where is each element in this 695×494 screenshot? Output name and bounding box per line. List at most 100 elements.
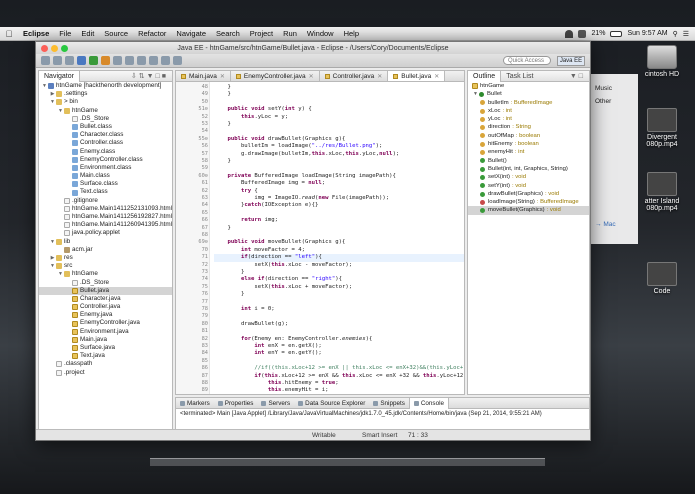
code-line[interactable]: }catch(IOException e){} xyxy=(214,202,464,209)
code-line[interactable]: public void drawBullet(Graphics g){ xyxy=(214,136,464,143)
code-line[interactable]: for(Enemy en: EnemyController.enemies){ xyxy=(214,336,464,343)
forward-icon[interactable] xyxy=(173,56,182,65)
twistie-icon[interactable]: ▼ xyxy=(49,262,56,270)
tree-item[interactable]: Surface.class xyxy=(39,180,172,188)
tree-item[interactable]: Enemy.java xyxy=(39,311,172,319)
twistie-icon[interactable]: ▼ xyxy=(41,82,48,90)
code-line[interactable]: } xyxy=(214,91,464,98)
desktop-icon-hd[interactable]: cintosh HD xyxy=(633,45,691,78)
tab-servers[interactable]: Servers xyxy=(257,398,294,409)
menu-file[interactable]: File xyxy=(54,29,76,38)
code-area[interactable]: 48 49 50 51⊖ 52 53 54 55⊖ 56 57 58 59 60⊖ 61 62 63 64 65 6… xyxy=(176,82,464,394)
tree-item[interactable]: .project xyxy=(39,369,172,377)
menubar-clock[interactable]: Sun 9:57 AM xyxy=(627,30,667,37)
twistie-icon[interactable]: ▶ xyxy=(49,90,56,98)
tree-item[interactable]: Bullet.java xyxy=(39,286,172,295)
menu-eclipse[interactable]: Eclipse xyxy=(18,29,54,38)
spotlight-icon[interactable]: ⚲ xyxy=(673,30,678,38)
tree-item[interactable]: EnemyController.java xyxy=(39,319,172,327)
tree-item[interactable]: EnemyController.class xyxy=(39,156,172,164)
twistie-icon[interactable]: ▼ xyxy=(57,107,64,115)
tab-data-source-explorer[interactable]: Data Source Explorer xyxy=(294,398,369,409)
outline-item[interactable]: bulletIm: BufferedImage xyxy=(468,99,589,107)
desktop-icon-divergent[interactable]: Divergent 080p.mp4 xyxy=(633,108,691,148)
menu-search[interactable]: Search xyxy=(211,29,245,38)
debug-icon[interactable] xyxy=(77,56,86,65)
outline-item[interactable]: hitEnemy: boolean xyxy=(468,140,589,148)
code-line[interactable]: BufferedImage img = null; xyxy=(214,180,464,187)
tree-item[interactable]: htnGame.Main1411256192827.html xyxy=(39,213,172,221)
close-tab-icon[interactable]: ✕ xyxy=(309,73,314,80)
menu-window[interactable]: Window xyxy=(302,29,339,38)
code-line[interactable]: } xyxy=(214,225,464,232)
view-controls[interactable]: ▼□ xyxy=(570,73,589,80)
tree-item[interactable]: Enemy.class xyxy=(39,148,172,156)
code-line[interactable] xyxy=(214,165,464,172)
tree-item[interactable]: Surface.java xyxy=(39,344,172,352)
twistie-icon[interactable]: ▼ xyxy=(49,238,56,246)
finder-item-other[interactable]: Other xyxy=(591,95,638,108)
close-tab-icon[interactable]: ✕ xyxy=(377,73,382,80)
tree-item[interactable]: .DS_Store xyxy=(39,279,172,287)
tree-item[interactable]: Controller.java xyxy=(39,303,172,311)
tree-item[interactable]: ▼ htnGame xyxy=(39,107,172,115)
outline-item[interactable]: ▼ Bullet xyxy=(468,90,589,98)
tree-item[interactable]: .DS_Store xyxy=(39,115,172,123)
menu-navigate[interactable]: Navigate xyxy=(171,29,211,38)
new-class-icon[interactable] xyxy=(113,56,122,65)
tree-item[interactable]: Character.class xyxy=(39,131,172,139)
outline-item[interactable]: enemyHit: int xyxy=(468,148,589,156)
minimize-window-button[interactable] xyxy=(51,44,58,52)
code-line[interactable]: } xyxy=(214,291,464,298)
tree-item[interactable]: Text.java xyxy=(39,352,172,360)
tree-item[interactable]: Text.class xyxy=(39,188,172,196)
editor-tab[interactable]: EnemyController.java ✕ xyxy=(231,71,320,81)
code-line[interactable]: int enX = en.getX(); xyxy=(214,343,464,350)
code-line[interactable] xyxy=(214,99,464,106)
code-line[interactable] xyxy=(214,232,464,239)
tree-item[interactable]: Bullet.class xyxy=(39,123,172,131)
outline-item[interactable]: Bullet(int, int, Graphics, String) xyxy=(468,165,589,173)
menu-edit[interactable]: Edit xyxy=(76,29,99,38)
editor-tab[interactable]: Controller.java ✕ xyxy=(320,71,389,81)
code-line[interactable]: } xyxy=(214,158,464,165)
outline-item[interactable]: setY(int): void xyxy=(468,182,589,190)
editor-tab[interactable]: Bullet.java ✕ xyxy=(388,71,446,81)
outline-item[interactable]: xLoc: int xyxy=(468,107,589,115)
code-line[interactable] xyxy=(214,358,464,365)
twistie-icon[interactable]: ▶ xyxy=(49,254,56,262)
tree-item[interactable]: Environment.class xyxy=(39,164,172,172)
code-line[interactable]: setX(this.xLoc + moveFactor); xyxy=(214,284,464,291)
code-line[interactable]: } xyxy=(214,84,464,91)
code-line[interactable]: setX(this.xLoc - moveFactor); xyxy=(214,262,464,269)
menu-refactor[interactable]: Refactor xyxy=(133,29,171,38)
code-line[interactable]: //if((this.xLoc+12 >= enX || this.xLoc <… xyxy=(214,365,464,372)
twistie-icon[interactable]: ▼ xyxy=(57,270,64,278)
code-line[interactable]: } xyxy=(214,121,464,128)
code-line[interactable]: if(direction == "left"){ xyxy=(214,254,464,262)
next-annotation-icon[interactable] xyxy=(149,56,158,65)
tree-item[interactable]: ▼ > bin xyxy=(39,98,172,106)
code-line[interactable] xyxy=(214,313,464,320)
code-line[interactable]: int moveFactor = 4; xyxy=(214,247,464,254)
finder-item-mac[interactable]: → Mac xyxy=(591,218,638,231)
quick-access-input[interactable]: Quick Access xyxy=(503,56,551,65)
tree-item[interactable]: Character.java xyxy=(39,295,172,303)
outline-item[interactable]: htnGame xyxy=(468,82,589,90)
desktop-icon-code[interactable]: Code xyxy=(633,262,691,295)
code-line[interactable]: bulletIm = loadImage("../res/Bullet.png"… xyxy=(214,143,464,150)
tree-item[interactable]: .gitignore xyxy=(39,197,172,205)
new-icon[interactable] xyxy=(41,56,50,65)
outline-item[interactable]: drawBullet(Graphics): void xyxy=(468,190,589,198)
outline-item[interactable]: direction: String xyxy=(468,123,589,131)
code-line[interactable]: } xyxy=(214,269,464,276)
perspective-java-ee-button[interactable]: Java EE xyxy=(557,55,585,66)
battery-status[interactable]: 21% xyxy=(591,30,605,37)
tree-item[interactable]: ▼ htnGame [hackthenorth development] xyxy=(39,82,172,90)
code-line[interactable] xyxy=(214,299,464,306)
save-icon[interactable] xyxy=(53,56,62,65)
tree-item[interactable]: ▶ .settings xyxy=(39,90,172,98)
outline-item[interactable]: yLoc: int xyxy=(468,115,589,123)
code-line[interactable]: return img; xyxy=(214,217,464,224)
code-line[interactable]: public void moveBullet(Graphics g){ xyxy=(214,239,464,246)
